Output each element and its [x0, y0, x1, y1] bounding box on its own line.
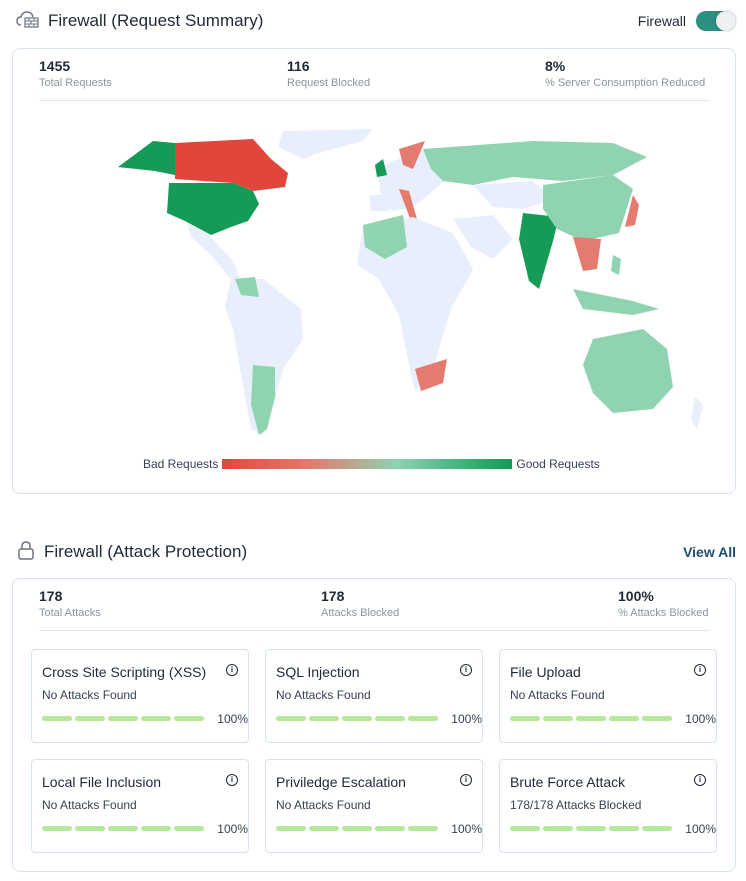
progress-bar [276, 716, 438, 721]
map-region-china [543, 175, 633, 241]
map-region-greenland [278, 129, 373, 159]
map-region-indonesia [573, 289, 659, 315]
world-map [91, 129, 713, 439]
attack-card-sql-injection[interactable]: SQL Injection i No Attacks Found 100% [265, 649, 483, 743]
map-region-alaska [118, 141, 175, 175]
info-icon[interactable]: i [226, 774, 238, 786]
stat-label: % Server Consumption Reduced [545, 77, 706, 89]
map-region-india [519, 213, 559, 289]
stat-request-blocked: 116 Request Blocked [287, 57, 370, 91]
attack-protection-title: Firewall (Attack Protection) [44, 542, 248, 561]
firewall-toggle-label: Firewall [637, 13, 686, 29]
map-region-usa [167, 183, 259, 235]
stat-label: % Attacks Blocked [618, 607, 709, 619]
attack-status: No Attacks Found [276, 798, 371, 812]
attack-protection-header: Firewall (Attack Protection) View All [16, 539, 736, 565]
stat-value: 116 [287, 58, 310, 74]
attack-title: Cross Site Scripting (XSS) [42, 664, 207, 680]
info-icon[interactable]: i [694, 774, 706, 786]
attack-card-file-upload[interactable]: File Upload i No Attacks Found 100% [499, 649, 717, 743]
attack-title: Brute Force Attack [510, 774, 626, 790]
stat-value: 1455 [39, 58, 71, 74]
map-region-spain [369, 195, 391, 211]
progress-bar [42, 826, 204, 831]
map-legend: Bad Requests Good Requests [143, 457, 600, 471]
attack-title: Priviledge Escalation [276, 774, 406, 790]
map-region-australia [583, 329, 673, 413]
progress-bar [510, 716, 672, 721]
attack-status: No Attacks Found [276, 688, 371, 702]
lock-icon [16, 540, 36, 565]
stat-total-requests: 1455 Total Requests [39, 57, 112, 91]
attack-percent: 100% [217, 712, 248, 726]
stat-value: 8% [545, 58, 566, 74]
attack-card-xss[interactable]: Cross Site Scripting (XSS) i No Attacks … [31, 649, 249, 743]
attack-stats: 178 Total Attacks 178 Attacks Blocked 10… [39, 587, 709, 631]
attack-percent: 100% [685, 712, 716, 726]
stat-value: 178 [321, 588, 345, 604]
legend-gradient-bar [222, 459, 513, 469]
attack-percent: 100% [451, 822, 482, 836]
map-region-new-zealand [691, 397, 703, 429]
attack-title: SQL Injection [276, 664, 360, 680]
stat-label: Attacks Blocked [321, 607, 400, 619]
legend-good-label: Good Requests [516, 457, 600, 471]
attack-status: No Attacks Found [42, 798, 137, 812]
firewall-toggle[interactable] [696, 11, 736, 31]
map-region-se-asia [573, 237, 601, 271]
map-region-philippines [611, 255, 621, 275]
stat-attacks-blocked: 178 Attacks Blocked [321, 587, 399, 621]
attack-card-local-file-inclusion[interactable]: Local File Inclusion i No Attacks Found … [31, 759, 249, 853]
info-icon[interactable]: i [460, 664, 472, 676]
attack-status: 178/178 Attacks Blocked [510, 798, 642, 812]
request-summary-header: Firewall (Request Summary) Firewall [16, 8, 736, 34]
legend-bad-label: Bad Requests [143, 457, 219, 471]
map-region-central-asia [473, 181, 553, 209]
map-region-uk [375, 159, 387, 177]
progress-bar [510, 826, 672, 831]
stat-percent-attacks-blocked: 100% % Attacks Blocked [618, 587, 709, 621]
stat-label: Total Attacks [39, 607, 101, 619]
info-icon[interactable]: i [694, 664, 706, 676]
toggle-knob[interactable] [716, 11, 736, 31]
stat-label: Request Blocked [287, 77, 371, 89]
stat-server-consumption: 8% % Server Consumption Reduced [545, 57, 705, 91]
request-stats: 1455 Total Requests 116 Request Blocked … [39, 57, 709, 101]
info-icon[interactable]: i [226, 664, 238, 676]
progress-bar [42, 716, 204, 721]
attack-percent: 100% [217, 822, 248, 836]
attack-status: No Attacks Found [42, 688, 137, 702]
progress-bar [276, 826, 438, 831]
stat-value: 178 [39, 588, 63, 604]
stat-label: Total Requests [39, 77, 112, 89]
attack-percent: 100% [685, 822, 716, 836]
attack-protection-card: 178 Total Attacks 178 Attacks Blocked 10… [12, 578, 736, 872]
cloud-firewall-icon [16, 9, 40, 34]
attack-title: File Upload [510, 664, 581, 680]
view-all-link[interactable]: View All [683, 544, 736, 560]
attack-card-brute-force[interactable]: Brute Force Attack i 178/178 Attacks Blo… [499, 759, 717, 853]
stat-total-attacks: 178 Total Attacks [39, 587, 101, 621]
attack-status: No Attacks Found [510, 688, 605, 702]
attack-percent: 100% [451, 712, 482, 726]
info-icon[interactable]: i [460, 774, 472, 786]
attack-title: Local File Inclusion [42, 774, 162, 790]
attack-card-privilege-escalation[interactable]: Priviledge Escalation i No Attacks Found… [265, 759, 483, 853]
request-summary-title: Firewall (Request Summary) [48, 11, 264, 30]
stat-value: 100% [618, 588, 654, 604]
request-summary-card: 1455 Total Requests 116 Request Blocked … [12, 48, 736, 494]
